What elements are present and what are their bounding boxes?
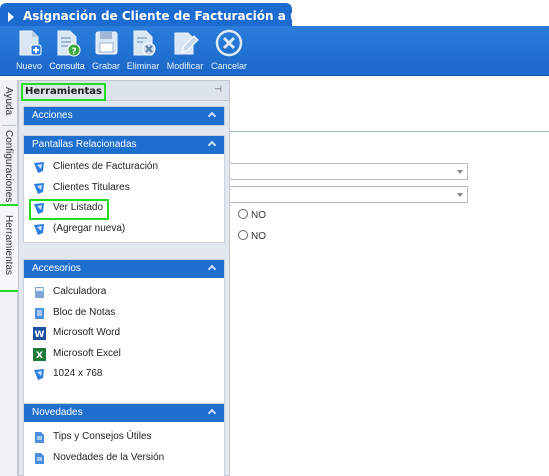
section-pantallas-relacionadas: Pantallas Relacionadas Clientes de Factu… xyxy=(23,135,225,243)
radio-label: NO xyxy=(251,210,266,221)
edit-button-label: Modificar xyxy=(166,61,204,71)
list-item[interactable]: Novedades de la Versión xyxy=(24,448,224,469)
tools-panel: Herramientas ⊣ Acciones Pantallas Relaci… xyxy=(18,80,230,476)
shield-icon xyxy=(34,182,44,194)
section-header[interactable]: Accesorios xyxy=(24,260,224,278)
notepad-icon xyxy=(35,307,44,319)
window-title: Asignación de Cliente de Facturación a u… xyxy=(23,9,292,23)
list-item-label: Calculadora xyxy=(53,286,107,297)
new-document-icon xyxy=(19,30,42,56)
section-novedades: Novedades Tips y Consejos Útiles Novedad… xyxy=(23,403,225,476)
section-header[interactable]: Acciones xyxy=(24,107,224,125)
list-item-label: 1024 x 768 xyxy=(53,368,103,379)
calculator-icon xyxy=(35,287,44,298)
new-button[interactable]: Nuevo xyxy=(14,28,44,71)
shield-icon xyxy=(34,369,44,380)
section-title: Accesorios xyxy=(32,263,81,274)
cancel-button-label: Cancelar xyxy=(210,61,248,71)
shield-icon xyxy=(34,223,44,235)
edit-icon xyxy=(174,32,199,55)
tab-divider xyxy=(2,125,16,126)
list-item[interactable]: 1024 x 768 xyxy=(24,364,224,385)
radio-option-2[interactable]: NO xyxy=(238,230,266,242)
chevron-up-icon xyxy=(207,140,217,150)
side-tabs: Ayuda Configuraciones Herramientas xyxy=(0,80,20,476)
section-title: Pantallas Relacionadas xyxy=(32,139,137,150)
radio-label: NO xyxy=(251,231,266,242)
list-item[interactable]: Calculadora xyxy=(24,282,224,303)
tools-panel-header: Herramientas ⊣ xyxy=(19,81,229,101)
tab-ayuda[interactable]: Ayuda xyxy=(0,87,18,123)
titular-select[interactable] xyxy=(230,186,468,203)
list-item[interactable]: Tips y Consejos Útiles xyxy=(24,427,224,448)
new-button-label: Nuevo xyxy=(15,61,42,71)
radio-option-1[interactable]: NO xyxy=(238,209,266,221)
section-header[interactable]: Pantallas Relacionadas xyxy=(24,136,224,154)
list-item[interactable]: Clientes Titulares xyxy=(24,178,224,199)
excel-icon: X xyxy=(33,347,46,361)
list-item-label: Microsoft Excel xyxy=(53,347,121,359)
tab-herramientas[interactable]: Herramientas xyxy=(0,204,20,292)
svg-text:X: X xyxy=(36,351,43,361)
delete-icon xyxy=(133,30,156,56)
pin-icon[interactable]: ⊣ xyxy=(214,85,222,95)
document-icon xyxy=(35,432,44,443)
section-header[interactable]: Novedades xyxy=(24,404,224,422)
list-item-label: Clientes Titulares xyxy=(53,181,130,193)
edit-button[interactable]: Modificar xyxy=(164,28,206,71)
chevron-down-icon xyxy=(457,170,463,174)
cancel-icon xyxy=(215,29,243,57)
delete-button[interactable]: Eliminar xyxy=(125,28,161,71)
list-item-label: Bloc de Notas xyxy=(53,306,116,318)
list-item-label: Microsoft Word xyxy=(53,327,121,338)
save-button-label: Grabar xyxy=(91,61,120,71)
tab-ayuda-label: Ayuda xyxy=(3,87,14,116)
list-item[interactable]: X Microsoft Excel xyxy=(24,344,224,365)
list-item-label: Clientes de Facturación xyxy=(53,161,159,172)
list-item[interactable]: W Microsoft Word xyxy=(24,323,224,344)
tab-configuraciones[interactable]: Configuraciones xyxy=(0,130,18,204)
form-divider xyxy=(230,131,549,132)
query-button[interactable]: ? Consulta xyxy=(48,28,86,71)
save-button[interactable]: Grabar xyxy=(90,28,122,71)
delete-button-label: Eliminar xyxy=(126,61,160,71)
query-button-label: Consulta xyxy=(49,61,85,71)
list-item[interactable]: (Agregar nueva) xyxy=(24,219,224,240)
cancel-button[interactable]: Cancelar xyxy=(209,28,249,71)
word-icon: W xyxy=(33,327,46,340)
app-window: Asignación de Cliente de Facturación a u… xyxy=(0,0,549,476)
list-item-label: (Agregar nueva) xyxy=(53,222,126,234)
toolbar: Nuevo ? Consulta Grabar Eliminar Modific… xyxy=(0,26,549,76)
list-item-label: Tips y Consejos Útiles xyxy=(53,431,152,442)
section-title: Novedades xyxy=(32,407,83,418)
list-item[interactable]: Bloc de Notas xyxy=(24,303,224,324)
section-title: Acciones xyxy=(32,110,73,121)
chevron-up-icon xyxy=(207,111,217,121)
save-icon xyxy=(95,31,118,55)
chevron-up-icon xyxy=(207,264,217,274)
tab-arrow-icon xyxy=(8,12,14,22)
tab-herramientas-label: Herramientas xyxy=(3,215,14,276)
list-item-label: Novedades de la Versión xyxy=(53,451,165,463)
document-icon xyxy=(35,452,44,464)
shield-icon xyxy=(34,162,44,173)
radio-circle xyxy=(238,209,248,219)
radio-circle xyxy=(238,230,248,240)
list-item[interactable]: Clientes de Facturación xyxy=(24,157,224,178)
chevron-up-icon xyxy=(207,408,217,418)
query-icon: ? xyxy=(57,30,81,57)
chevron-down-icon xyxy=(457,193,463,197)
svg-text:?: ? xyxy=(71,47,76,57)
highlight-ver-listado xyxy=(29,199,109,220)
client-select[interactable] xyxy=(230,163,468,180)
tab-configuraciones-label: Configuraciones xyxy=(3,130,14,203)
tools-panel-title: Herramientas xyxy=(21,83,106,101)
svg-text:W: W xyxy=(35,330,45,340)
section-acciones: Acciones xyxy=(23,106,225,126)
